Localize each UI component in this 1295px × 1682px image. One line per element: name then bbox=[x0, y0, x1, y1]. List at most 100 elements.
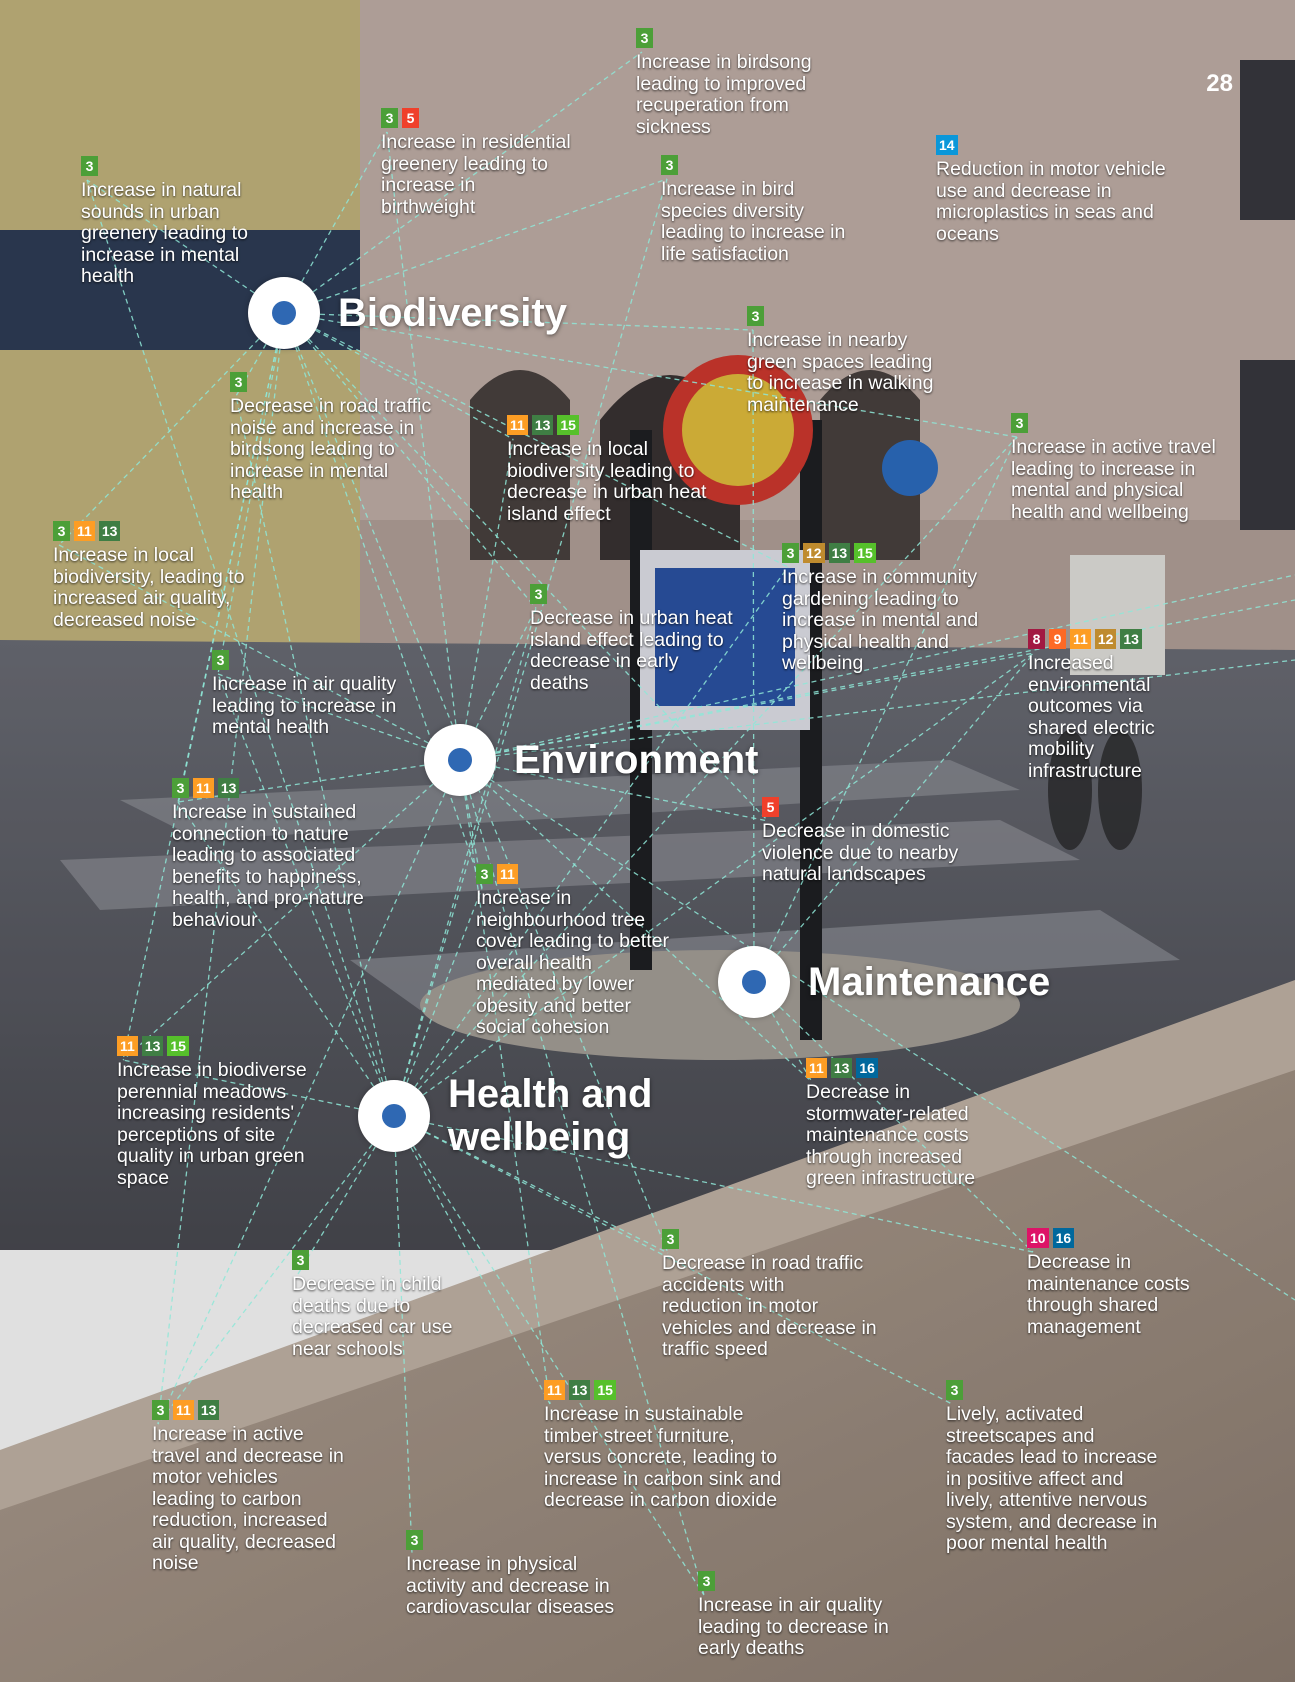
sdg-tag: 15 bbox=[557, 415, 579, 435]
sdg-tag: 13 bbox=[141, 1036, 164, 1056]
sdg-tags: 3 bbox=[406, 1530, 614, 1550]
sdg-tag: 3 bbox=[230, 372, 247, 392]
outcome-label: 14 Reduction in motor vehicle use and de… bbox=[936, 135, 1166, 245]
sdg-tag: 12 bbox=[1094, 629, 1117, 649]
sdg-tag: 15 bbox=[594, 1380, 616, 1400]
sdg-tag: 3 bbox=[782, 543, 799, 563]
sdg-tag: 12 bbox=[803, 543, 825, 563]
outcome-text: Increase in natural sounds in urban gree… bbox=[81, 179, 248, 287]
outcome-text: Increase in physical activity and decrea… bbox=[406, 1553, 615, 1618]
node-health-and-wellbeing: Health and wellbeing bbox=[358, 1073, 652, 1159]
sdg-tag: 15 bbox=[854, 543, 876, 563]
sdg-tag: 5 bbox=[402, 108, 419, 128]
sdg-tags: 11 13 15 bbox=[544, 1380, 781, 1400]
sdg-tags: 10 16 bbox=[1027, 1228, 1190, 1248]
sdg-tags: 3 bbox=[698, 1571, 889, 1591]
outcome-label: 3 Decrease in child deaths due to decrea… bbox=[292, 1250, 452, 1360]
sdg-tags: 3 bbox=[661, 155, 845, 175]
outcome-text: Reduction in motor vehicle use and decre… bbox=[936, 158, 1166, 245]
outcome-text: Decrease in maintenance costs through sh… bbox=[1027, 1251, 1190, 1338]
connector-line bbox=[752, 329, 755, 983]
sdg-tag: 3 bbox=[406, 1530, 423, 1550]
outcome-text: Increased environmental outcomes via sha… bbox=[1028, 652, 1155, 782]
sdg-tags: 3 bbox=[636, 28, 812, 48]
sdg-tag: 3 bbox=[662, 1229, 679, 1249]
outcome-text: Increase in sustainable timber street fu… bbox=[544, 1403, 782, 1511]
outcome-label: 3 Decrease in road traffic accidents wit… bbox=[662, 1229, 877, 1361]
sdg-tags: 3 bbox=[230, 372, 431, 392]
sdg-tag: 13 bbox=[98, 521, 121, 541]
node-circle-icon bbox=[358, 1080, 430, 1152]
sdg-tag: 11 bbox=[74, 521, 95, 541]
outcome-text: Increase in active travel and decrease i… bbox=[152, 1423, 344, 1574]
outcome-text: Increase in community gardening leading … bbox=[782, 566, 979, 674]
sdg-tag: 3 bbox=[292, 1250, 309, 1270]
sdg-tag: 3 bbox=[698, 1571, 715, 1591]
sdg-tags: 3 11 bbox=[476, 864, 669, 884]
outcome-label: 3 Lively, activated streetscapes and fac… bbox=[946, 1380, 1157, 1555]
outcome-label: 3 11 Increase in neighbourhood tree cover… bbox=[476, 864, 669, 1039]
node-label: Maintenance bbox=[808, 959, 1051, 1004]
sdg-tag: 3 bbox=[172, 778, 189, 798]
outcome-label: 3 11 13 Increase in active travel and decr… bbox=[152, 1400, 344, 1575]
sdg-tag: 11 bbox=[497, 864, 518, 884]
sdg-tags: 14 bbox=[936, 135, 1166, 155]
outcome-label: 11 13 15 Increase in local biodiversity le… bbox=[507, 415, 706, 525]
outcome-label: 3 Decrease in urban heat island effect l… bbox=[530, 584, 733, 694]
sdg-tag: 13 bbox=[197, 1400, 220, 1420]
outcome-text: Lively, activated streetscapes and facad… bbox=[946, 1403, 1158, 1554]
sdg-tags: 3 bbox=[530, 584, 733, 604]
outcome-text: Increase in local biodiversity, leading … bbox=[53, 544, 245, 631]
node-label: Environment bbox=[514, 737, 759, 782]
sdg-tag: 15 bbox=[167, 1036, 189, 1056]
outcome-text: Decrease in domestic violence due to nea… bbox=[762, 820, 959, 885]
node-maintenance: Maintenance bbox=[718, 946, 1050, 1018]
connector-line bbox=[753, 436, 1018, 983]
outcome-text: Decrease in stormwater-related maintenan… bbox=[806, 1081, 976, 1189]
node-biodiversity: Biodiversity bbox=[248, 277, 567, 349]
outcome-label: 3 11 13 Increase in sustained connection t… bbox=[172, 778, 364, 931]
outcome-text: Increase in local biodiversity leading t… bbox=[507, 438, 707, 525]
outcome-label: 3 Increase in nearby green spaces leadin… bbox=[747, 306, 933, 416]
sdg-tag: 11 bbox=[193, 778, 214, 798]
outcome-text: Increase in air quality leading to incre… bbox=[212, 673, 397, 738]
outcome-text: Decrease in urban heat island effect lea… bbox=[530, 607, 733, 694]
sdg-tag: 3 bbox=[476, 864, 493, 884]
sdg-tag: 8 bbox=[1028, 629, 1045, 649]
outcome-label: 3 Decrease in road traffic noise and inc… bbox=[230, 372, 431, 504]
outcome-label: 11 13 15 Increase in biodiverse perennial … bbox=[117, 1036, 307, 1189]
outcome-label: 3 Increase in active travel leading to i… bbox=[1011, 413, 1216, 523]
sdg-tag: 11 bbox=[117, 1036, 138, 1056]
sdg-tags: 3 bbox=[946, 1380, 1157, 1400]
sdg-tag: 11 bbox=[806, 1058, 827, 1078]
sdg-tags: 3 11 13 bbox=[152, 1400, 344, 1420]
outcome-text: Increase in active travel leading to inc… bbox=[1011, 436, 1216, 523]
sdg-tags: 11 13 15 bbox=[117, 1036, 307, 1056]
sdg-tag: 13 bbox=[828, 543, 851, 563]
connector-line bbox=[459, 438, 514, 761]
sdg-tags: 5 bbox=[762, 797, 958, 817]
sdg-tag: 5 bbox=[762, 797, 779, 817]
connector-line bbox=[235, 395, 395, 1117]
sdg-tags: 3 11 13 bbox=[172, 778, 364, 798]
sdg-tags: 3 bbox=[292, 1250, 452, 1270]
sdg-tag: 3 bbox=[1011, 413, 1028, 433]
outcome-text: Increase in nearby green spaces leading … bbox=[747, 329, 934, 416]
outcome-label: 3 11 13 Increase in local biodiversity, le… bbox=[53, 521, 245, 631]
node-circle-icon bbox=[248, 277, 320, 349]
sdg-tag: 9 bbox=[1049, 629, 1066, 649]
sdg-tags: 3 12 13 15 bbox=[782, 543, 978, 563]
infographic-page: 28 Biodiversity Environment Maintenance … bbox=[0, 0, 1295, 1682]
sdg-tag: 3 bbox=[81, 156, 98, 176]
sdg-tags: 8 9 11 12 13 bbox=[1028, 629, 1155, 649]
sdg-tags: 3 11 13 bbox=[53, 521, 245, 541]
sdg-tag: 11 bbox=[544, 1380, 565, 1400]
connector-line bbox=[393, 607, 537, 1117]
sdg-tag: 14 bbox=[936, 135, 958, 155]
sdg-tag: 3 bbox=[212, 650, 229, 670]
outcome-text: Increase in biodiverse perennial meadows… bbox=[117, 1059, 307, 1189]
sdg-tag: 11 bbox=[1070, 629, 1091, 649]
outcome-label: 10 16 Decrease in maintenance costs throu… bbox=[1027, 1228, 1190, 1338]
outcome-text: Decrease in child deaths due to decrease… bbox=[292, 1273, 453, 1360]
sdg-tags: 11 13 15 bbox=[507, 415, 706, 435]
